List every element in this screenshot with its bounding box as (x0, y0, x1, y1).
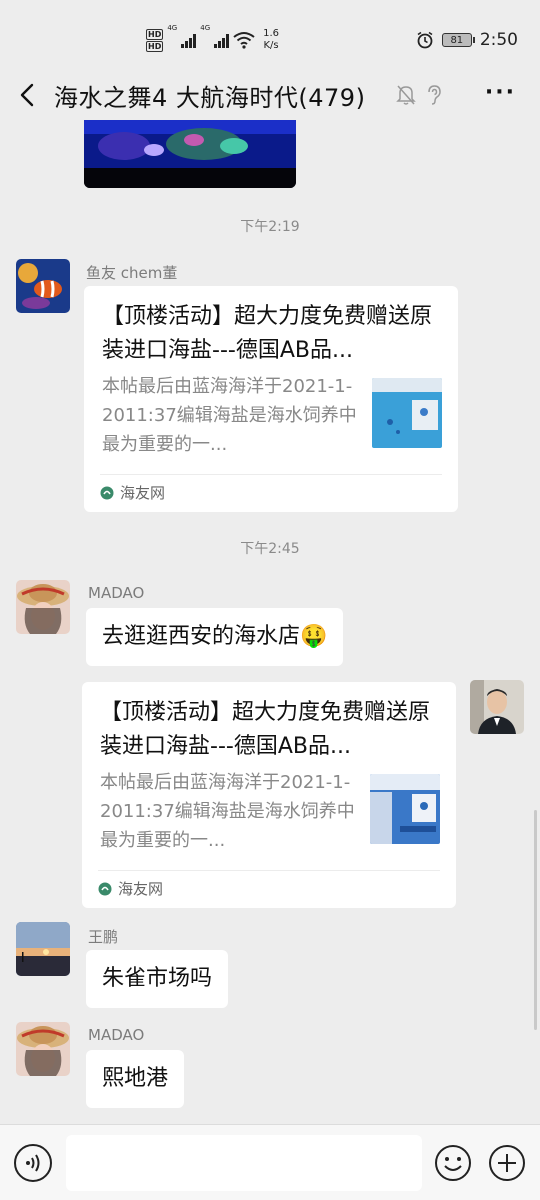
source-name: 海友网 (118, 880, 164, 898)
status-right: 81 2:50 (416, 30, 518, 50)
back-icon[interactable] (16, 80, 40, 110)
chat-area[interactable]: 下午2:19 鱼友 chem董 【顶楼活动】超大力度免费赠送原装进口海盐---德… (0, 120, 540, 1124)
avatar-sunset-image (16, 922, 70, 976)
ear-icon (428, 85, 441, 105)
plus-icon[interactable] (488, 1144, 526, 1182)
avatar[interactable] (16, 259, 70, 313)
avatar[interactable] (16, 1022, 70, 1076)
link-card-description: 本帖最后由蓝海海洋于2021-1-2011:37编辑海盐是海水饲养中最为重要的一… (102, 376, 357, 455)
signal-icon-2 (214, 32, 230, 48)
link-card-thumbnail (370, 774, 440, 844)
source-name: 海友网 (120, 484, 166, 502)
status-bar: HD HD 4G 4G 1.6 K/s 81 2:50 (0, 0, 540, 70)
speed-unit: K/s (263, 40, 279, 51)
text-message[interactable]: 朱雀市场吗 (86, 950, 229, 1008)
sender-name: MADAO (88, 1026, 145, 1044)
source-logo-icon (98, 882, 112, 895)
signal-icon (181, 32, 197, 48)
emoji-icon[interactable] (434, 1144, 472, 1182)
card-divider (98, 870, 440, 871)
link-card-title: 【顶楼活动】超大力度免费赠送原装进口海盐---德国AB品... (100, 700, 431, 759)
timestamp: 下午2:19 (240, 219, 300, 235)
card-divider (100, 474, 442, 475)
more-icon[interactable]: ··· (485, 80, 516, 105)
sender-name: 王鹏 (88, 928, 119, 946)
thumbnail-image (370, 774, 440, 844)
avatar[interactable] (16, 922, 70, 976)
avatar-hat-image (16, 580, 70, 634)
battery-icon: 81 (441, 33, 475, 47)
link-card-source: 海友网 (98, 878, 163, 899)
avatar[interactable] (16, 580, 70, 634)
input-bar (0, 1124, 540, 1200)
link-card-title: 【顶楼活动】超大力度免费赠送原装进口海盐---德国AB品... (102, 304, 433, 363)
wifi-icon (233, 32, 255, 49)
voice-icon[interactable] (14, 1144, 52, 1182)
network-type-1: 4G (167, 24, 178, 32)
chat-header: 海水之舞4 大航海时代(479) ··· (0, 70, 540, 120)
mute-icon (396, 85, 416, 105)
avatar-clownfish-image (16, 259, 70, 313)
speed-value: 1.6 (263, 28, 280, 39)
hd-badge-1: HD (146, 28, 164, 40)
avatar-portrait-image (470, 680, 524, 734)
aquarium-image[interactable] (84, 120, 296, 188)
battery-level: 81 (450, 34, 464, 46)
source-logo-icon (100, 486, 114, 499)
my-avatar[interactable] (470, 680, 524, 734)
network-indicators: HD HD 4G 4G 1.6 K/s (146, 24, 279, 56)
sender-name: MADAO (88, 584, 145, 602)
message-input[interactable] (66, 1135, 422, 1191)
text-message[interactable]: 去逛逛西安的海水店🤑 (86, 608, 344, 666)
clock: 2:50 (479, 30, 518, 50)
voice-waves-icon (26, 1154, 40, 1172)
link-card-thumbnail (372, 378, 442, 448)
network-speed: 1.6 K/s (263, 28, 279, 52)
link-card-message[interactable]: 【顶楼活动】超大力度免费赠送原装进口海盐---德国AB品... 本帖最后由蓝海海… (84, 286, 458, 512)
text-message[interactable]: 熙地港 (86, 1050, 185, 1108)
timestamp: 下午2:45 (240, 541, 300, 557)
sender-name: 鱼友 chem董 (86, 264, 178, 282)
link-card-source: 海友网 (100, 482, 165, 503)
alarm-icon (417, 31, 433, 49)
link-card-message-self[interactable]: 【顶楼活动】超大力度免费赠送原装进口海盐---德国AB品... 本帖最后由蓝海海… (82, 682, 456, 908)
avatar-hat-image (16, 1022, 70, 1076)
scrollbar[interactable] (534, 810, 537, 1030)
aquarium-photo (84, 120, 296, 188)
network-type-2: 4G (200, 24, 211, 32)
hd-badge-2: HD (146, 40, 164, 52)
link-card-description: 本帖最后由蓝海海洋于2021-1-2011:37编辑海盐是海水饲养中最为重要的一… (100, 772, 355, 851)
chat-title: 海水之舞4 大航海时代(479) (54, 84, 366, 112)
thumbnail-image (372, 378, 442, 448)
